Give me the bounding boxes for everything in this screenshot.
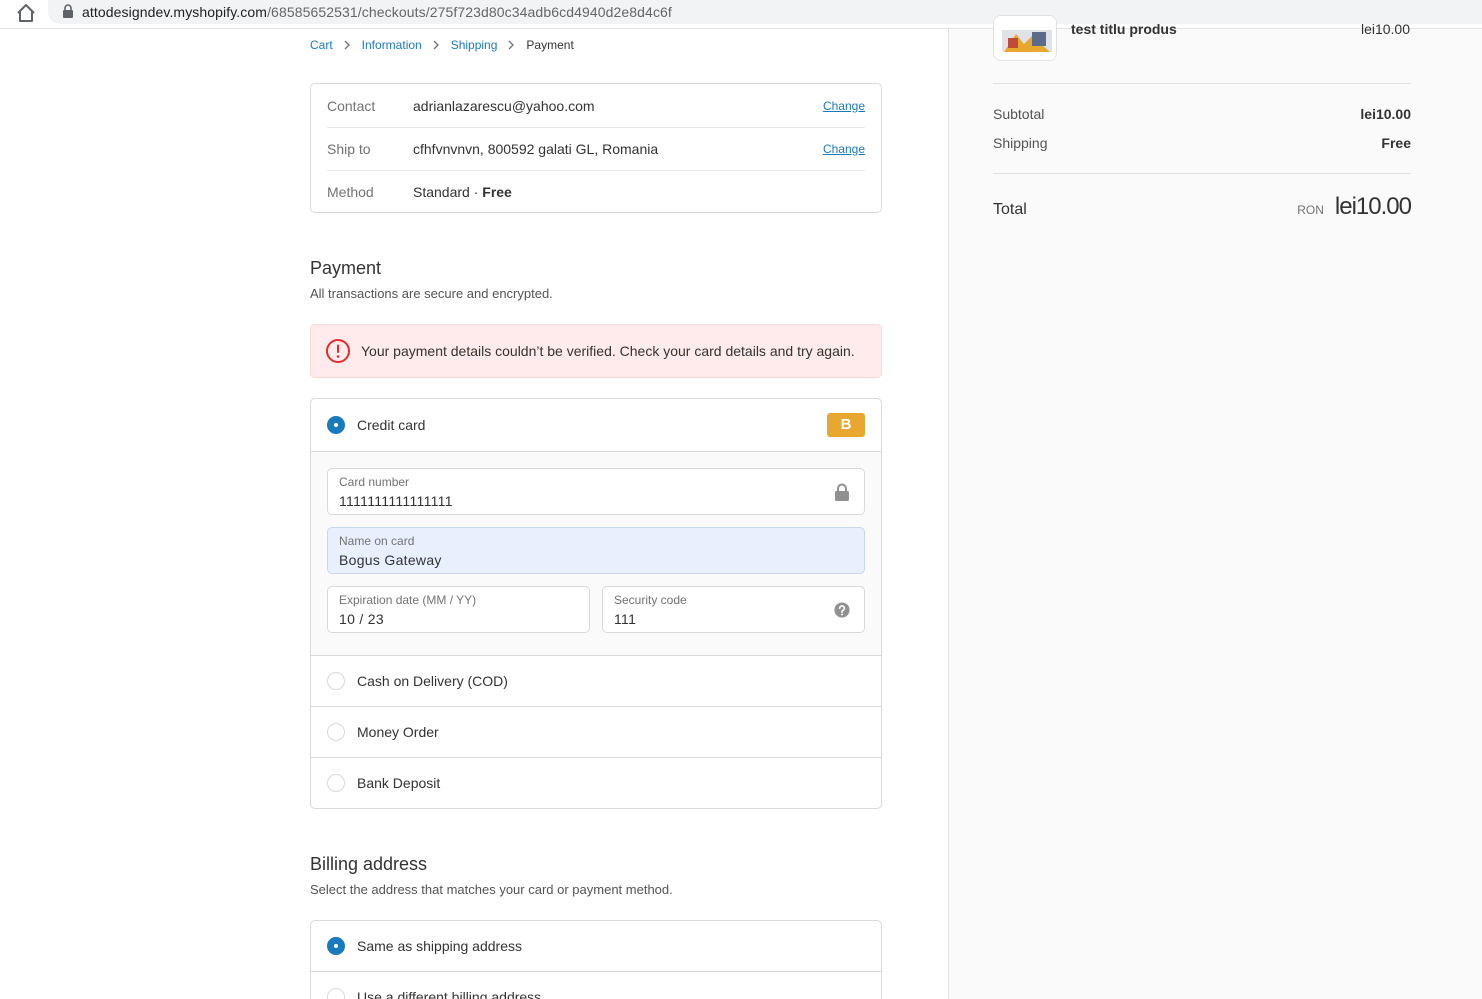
product-name: test titlu produs: [1071, 21, 1177, 37]
expiration-date-label: Expiration date (MM / YY): [339, 593, 477, 607]
total-label: Total: [993, 201, 1027, 218]
method-label: Method: [327, 184, 374, 200]
breadcrumb-shipping[interactable]: Shipping: [451, 38, 498, 52]
payment-option-credit-card[interactable]: Credit card B: [311, 399, 881, 451]
subtotal-row: Subtotal lei10.00: [993, 106, 1411, 122]
divider: [993, 83, 1411, 84]
breadcrumb-payment: Payment: [526, 38, 574, 52]
ship-to-label: Ship to: [327, 141, 371, 157]
payment-methods: Credit card B Card number 11111111111111…: [310, 398, 882, 809]
error-message: Your payment details couldn’t be verifie…: [361, 343, 855, 359]
card-number-value: 1111111111111111: [339, 493, 453, 509]
cod-label: Cash on Delivery (COD): [357, 673, 508, 689]
payment-option-bank-deposit[interactable]: Bank Deposit: [311, 758, 881, 808]
bank-deposit-radio[interactable]: [327, 774, 345, 792]
payment-subtitle: All transactions are secure and encrypte…: [310, 286, 553, 301]
security-code-label: Security code: [614, 593, 687, 607]
divider: [993, 173, 1411, 174]
chevron-right-icon: [433, 40, 439, 50]
error-icon: [326, 339, 350, 363]
shipping-value: Free: [1381, 135, 1411, 151]
change-contact-link[interactable]: Change: [823, 99, 865, 113]
name-on-card-label: Name on card: [339, 534, 415, 548]
total-row: Total RON lei10.00: [993, 193, 1412, 221]
different-address-radio[interactable]: [327, 988, 345, 999]
method-value: Standard · Free: [413, 184, 512, 200]
review-method-row: Method Standard · Free: [327, 170, 865, 213]
shipping-label: Shipping: [993, 135, 1048, 151]
payment-option-cod[interactable]: Cash on Delivery (COD): [311, 656, 881, 706]
review-block: Contact adrianlazarescu@yahoo.com Change…: [310, 83, 882, 213]
credit-card-radio[interactable]: [327, 416, 345, 434]
same-address-radio[interactable]: [327, 937, 345, 955]
total-currency: RON: [1297, 203, 1324, 217]
shipping-row: Shipping Free: [993, 135, 1411, 151]
subtotal-label: Subtotal: [993, 106, 1045, 122]
credit-card-fields: Card number 1111111111111111 Name on car…: [311, 451, 881, 656]
expiration-date-value: 10 / 23: [339, 611, 384, 627]
ship-to-value: cfhfvnvnvn, 800592 galati GL, Romania: [413, 141, 659, 157]
total-amount: RON lei10.00: [1297, 193, 1412, 221]
breadcrumb-cart[interactable]: Cart: [310, 38, 333, 52]
name-on-card-field[interactable]: Name on card Bogus Gateway: [327, 527, 865, 574]
credit-card-label: Credit card: [357, 417, 426, 433]
contact-label: Contact: [327, 97, 376, 114]
order-summary: test titlu produs lei10.00 Subtotal lei1…: [948, 15, 1482, 999]
payment-error-banner: Your payment details couldn’t be verifie…: [310, 324, 882, 378]
billing-option-different[interactable]: Use a different billing address: [311, 972, 881, 999]
card-number-field[interactable]: Card number 1111111111111111: [327, 468, 865, 515]
different-address-label: Use a different billing address: [357, 989, 542, 999]
product-price: lei10.00: [1360, 21, 1410, 37]
security-code-field[interactable]: Security code 111: [602, 586, 865, 633]
money-order-label: Money Order: [357, 724, 439, 740]
billing-title: Billing address: [310, 854, 428, 874]
review-contact-row: Contact adrianlazarescu@yahoo.com Change: [327, 84, 865, 127]
card-number-label: Card number: [339, 475, 410, 489]
name-on-card-value: Bogus Gateway: [339, 552, 442, 568]
lock-icon: [835, 483, 849, 501]
method-price: Free: [482, 184, 512, 200]
url-text[interactable]: attodesigndev.myshopify.com/68585652531/…: [82, 4, 672, 20]
help-icon[interactable]: [834, 601, 850, 619]
bank-deposit-label: Bank Deposit: [357, 775, 441, 791]
breadcrumb: Cart Information Shipping Payment: [310, 38, 574, 52]
lock-icon: [63, 4, 73, 18]
same-address-label: Same as shipping address: [357, 938, 522, 954]
breadcrumb-information[interactable]: Information: [362, 38, 422, 52]
home-icon[interactable]: [14, 2, 38, 24]
product-image: [994, 16, 1056, 60]
subtotal-value: lei10.00: [1360, 106, 1411, 122]
contact-value: adrianlazarescu@yahoo.com: [413, 97, 595, 114]
product-thumbnail: [993, 15, 1057, 61]
card-brand-icon: B: [827, 413, 865, 437]
change-ship-to-link[interactable]: Change: [823, 142, 865, 156]
billing-option-same[interactable]: Same as shipping address: [311, 921, 881, 971]
payment-title: Payment: [310, 258, 382, 278]
billing-subtitle: Select the address that matches your car…: [310, 882, 673, 897]
chevron-right-icon: [344, 40, 350, 50]
security-code-value: 111: [614, 611, 637, 627]
chevron-right-icon: [508, 40, 515, 50]
billing-options: Same as shipping address Use a different…: [310, 920, 882, 999]
checkout-main: Cart Information Shipping Payment Contac…: [0, 29, 948, 999]
browser-toolbar: attodesigndev.myshopify.com/68585652531/…: [0, 0, 1482, 29]
expiration-date-field[interactable]: Expiration date (MM / YY) 10 / 23: [327, 586, 590, 633]
payment-option-money-order[interactable]: Money Order: [311, 707, 881, 757]
money-order-radio[interactable]: [327, 723, 345, 741]
cod-radio[interactable]: [327, 672, 345, 690]
total-value: lei10.00: [1334, 193, 1412, 220]
review-ship-row: Ship to cfhfvnvnvn, 800592 galati GL, Ro…: [327, 127, 865, 170]
